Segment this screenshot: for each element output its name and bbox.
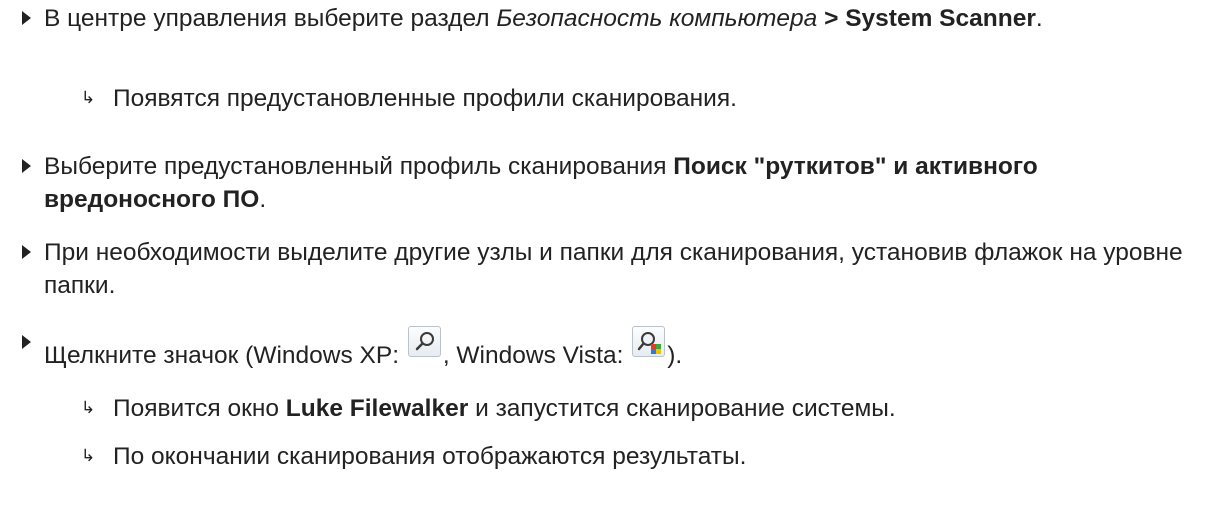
step-4: Щелкните значок (Windows XP: , Windows V… xyxy=(22,326,1211,372)
bullet-icon xyxy=(22,159,31,173)
step-3: При необходимости выделите другие узлы и… xyxy=(22,236,1211,302)
bullet-icon xyxy=(22,245,31,259)
step-1-text: В центре управления выберите раздел Безо… xyxy=(44,5,1043,32)
search-vista-icon[interactable] xyxy=(632,326,666,357)
search-xp-icon[interactable] xyxy=(407,326,441,357)
result-3: ↳ По окончании сканирования отображаются… xyxy=(81,440,1201,473)
result-arrow-icon: ↳ xyxy=(81,88,96,108)
step-2: Выберите предустановленный профиль скани… xyxy=(22,150,1211,216)
step-1: В центре управления выберите раздел Безо… xyxy=(22,2,1211,35)
result-1-text: Появятся предустановленные профили скани… xyxy=(113,85,737,112)
system-scanner-label: System Scanner xyxy=(845,5,1036,32)
result-arrow-icon: ↳ xyxy=(81,446,96,466)
bullet-icon xyxy=(22,11,31,25)
step-2-text: Выберите предустановленный профиль скани… xyxy=(44,153,1038,213)
result-2-text: Появится окно Luke Filewalker и запустит… xyxy=(113,395,896,422)
result-arrow-icon: ↳ xyxy=(81,398,96,418)
step-4-text: Щелкните значок (Windows XP: , Windows V… xyxy=(44,326,1211,372)
step-3-text: При необходимости выделите другие узлы и… xyxy=(44,239,1183,299)
bullet-icon xyxy=(22,335,31,349)
luke-filewalker-label: Luke Filewalker xyxy=(285,395,469,422)
menu-path-italic: Безопасность компьютера xyxy=(496,5,818,32)
result-1: ↳ Появятся предустановленные профили ска… xyxy=(81,82,1201,115)
result-3-text: По окончании сканирования отображаются р… xyxy=(113,443,747,470)
result-2: ↳ Появится окно Luke Filewalker и запуст… xyxy=(81,392,1201,425)
